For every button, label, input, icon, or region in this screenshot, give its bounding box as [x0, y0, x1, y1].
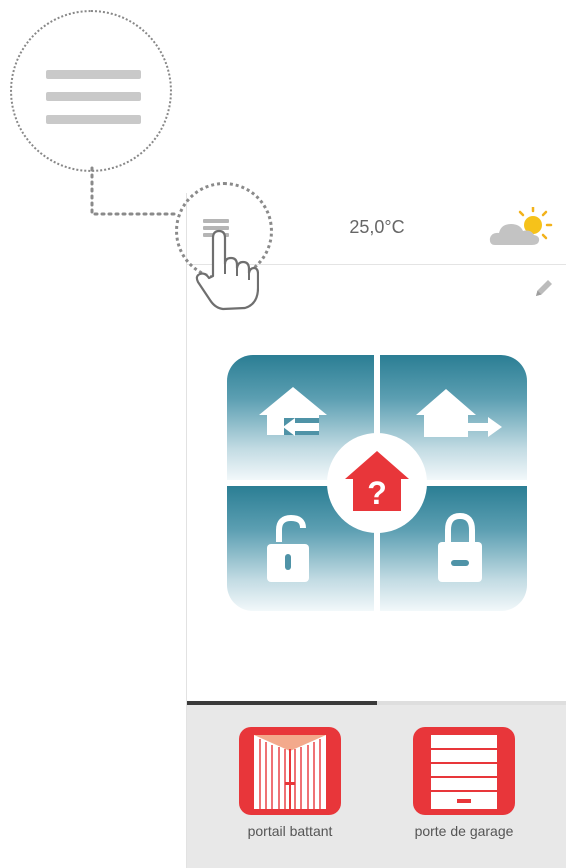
garage-door-icon: [431, 735, 497, 809]
device-label: porte de garage: [414, 823, 514, 839]
zoom-menu-bar: [46, 115, 141, 124]
system-status-indicator[interactable]: ?: [327, 433, 427, 533]
tap-hand-icon: [195, 229, 259, 311]
zoom-menu-bar: [46, 92, 141, 101]
tutorial-screen: 25,0°C ? portail battant porte de garage: [0, 0, 566, 868]
security-mode-panel: ?: [227, 355, 527, 611]
device-label: portail battant: [247, 823, 333, 839]
swing-gate-icon: [254, 735, 326, 809]
garage-door-tile: [413, 727, 515, 815]
swing-gate-tile: [239, 727, 341, 815]
unknown-status-home-icon: ?: [345, 451, 409, 511]
zoom-menu-bar: [46, 70, 141, 79]
status-glyph: ?: [367, 475, 387, 511]
device-swing-gate[interactable]: portail battant: [225, 727, 355, 839]
menu-zoom-callout: [10, 10, 172, 172]
devices-bar: portail battant porte de garage: [187, 705, 566, 868]
temperature-reading: 25,0°C: [349, 217, 405, 237]
partly-sunny-icon: [489, 207, 553, 245]
device-garage-door[interactable]: porte de garage: [399, 727, 529, 839]
pencil-icon[interactable]: [533, 277, 555, 299]
